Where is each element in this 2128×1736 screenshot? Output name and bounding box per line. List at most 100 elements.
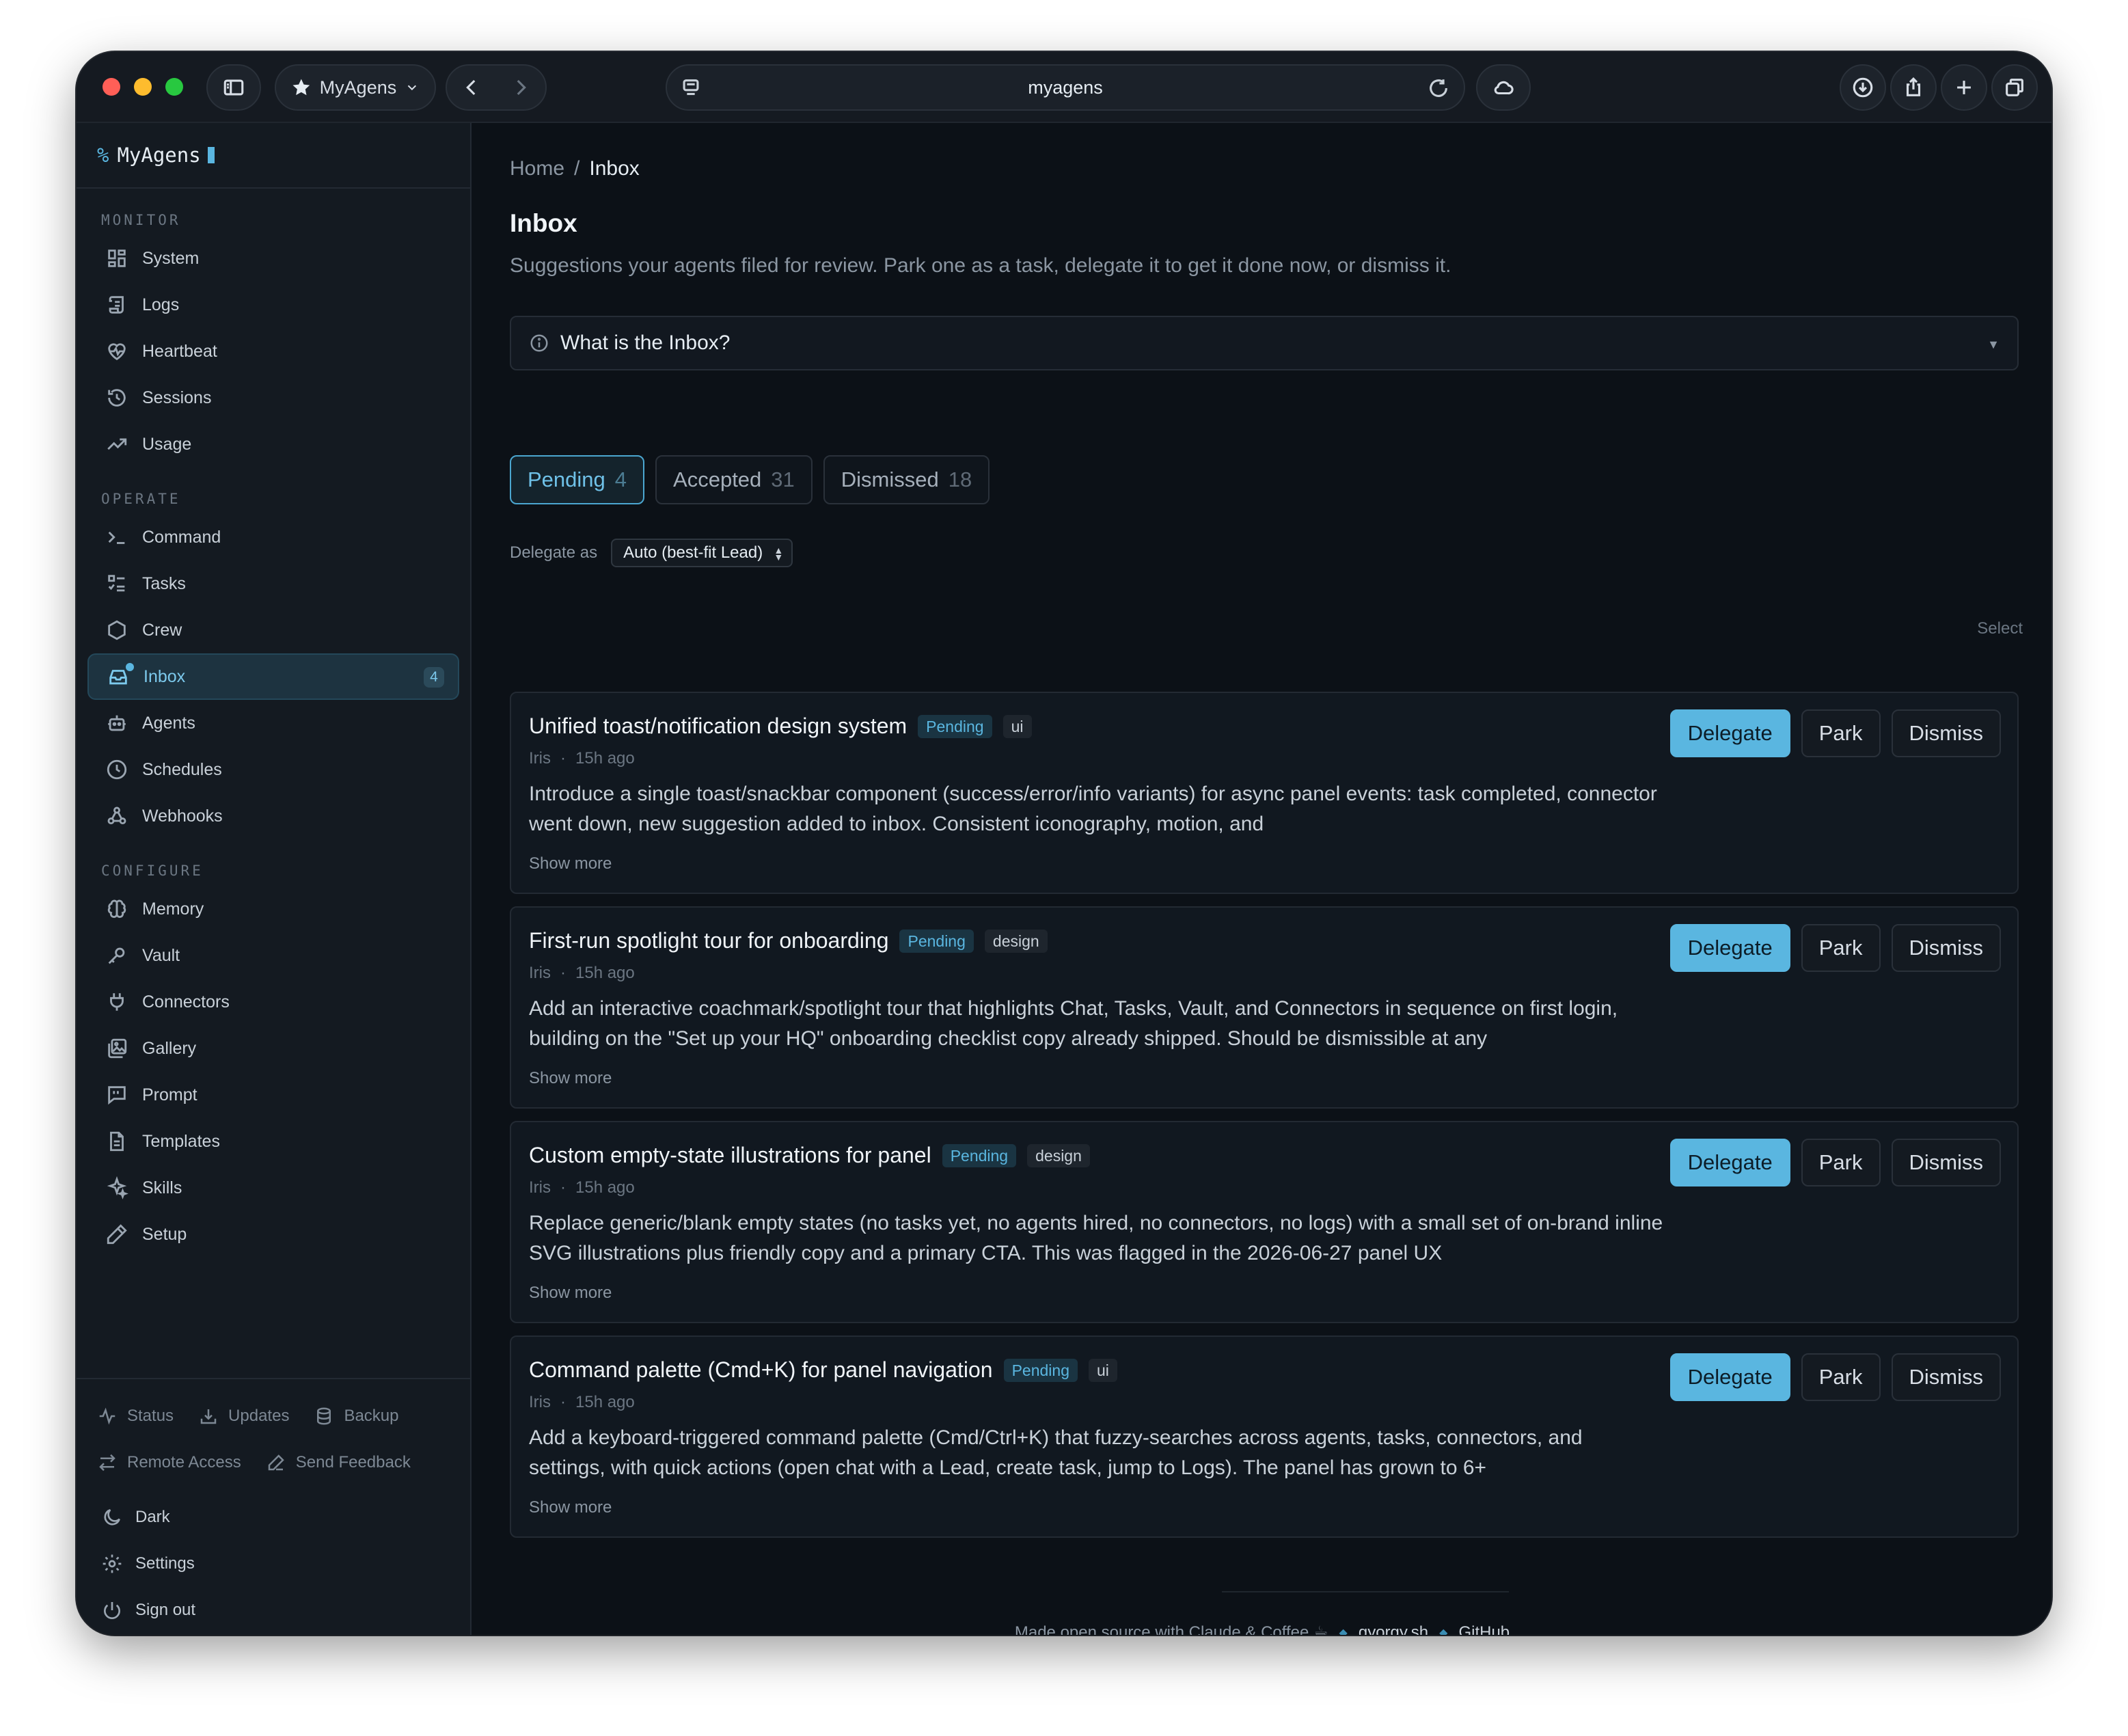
delegate-button[interactable]: Delegate	[1669, 1353, 1790, 1401]
sidebar-item-crew[interactable]: Crew	[87, 607, 459, 653]
sidebar-item-templates[interactable]: Templates	[87, 1118, 459, 1165]
dismiss-button[interactable]: Dismiss	[1891, 1139, 2001, 1186]
remote-access-link[interactable]: Remote Access	[97, 1452, 241, 1473]
backup-link[interactable]: Backup	[314, 1406, 399, 1426]
sidebar-item-command[interactable]: Command	[87, 514, 459, 560]
tag-badge: design	[1027, 1143, 1090, 1167]
sidebar-item-label: Heartbeat	[142, 341, 217, 361]
tab-dismissed[interactable]: Dismissed 18	[823, 455, 990, 504]
sidebar-item-skills[interactable]: Skills	[87, 1165, 459, 1211]
sidebar-item-label: Templates	[142, 1131, 220, 1151]
delegate-button[interactable]: Delegate	[1669, 709, 1790, 757]
close-window-button[interactable]	[103, 78, 120, 96]
downloads-button[interactable]	[1840, 64, 1886, 111]
status-tabs: Pending 4 Accepted 31 Dismissed 18	[510, 455, 990, 504]
address-bar[interactable]: myagens	[666, 64, 1465, 111]
forward-icon[interactable]	[509, 76, 532, 99]
sidebar-toggle-button[interactable]	[206, 64, 261, 111]
sidebar-item-connectors[interactable]: Connectors	[87, 979, 459, 1025]
diamond-icon: ◆	[1439, 1627, 1448, 1636]
show-more-link[interactable]: Show more	[529, 1284, 612, 1303]
sidebar-item-vault[interactable]: Vault	[87, 932, 459, 979]
profile-button[interactable]: MyAgens	[275, 64, 436, 111]
brain-icon	[107, 899, 126, 918]
plus-icon	[1957, 81, 1971, 94]
minimize-window-button[interactable]	[134, 78, 152, 96]
sidebar-footer: Status Updates Backup Remote Access Send…	[77, 1378, 470, 1635]
park-button[interactable]: Park	[1801, 1139, 1881, 1186]
sidebar-item-prompt[interactable]: Prompt	[87, 1072, 459, 1118]
show-more-link[interactable]: Show more	[529, 1069, 612, 1088]
sidebar-item-label: Skills	[142, 1178, 182, 1197]
delegate-as-select[interactable]: Auto (best-fit Lead) ▲ ▼	[611, 539, 793, 567]
hexagon-icon	[108, 620, 126, 640]
suggestion-card: Custom empty-state illustrations for pan…	[510, 1121, 2019, 1323]
delegate-button[interactable]: Delegate	[1669, 924, 1790, 972]
show-more-link[interactable]: Show more	[529, 1498, 612, 1517]
select-mode-button[interactable]: Select	[1977, 619, 2023, 638]
tab-overview-button[interactable]	[1991, 64, 2038, 111]
settings-link[interactable]: Settings	[77, 1541, 470, 1587]
file-text-icon	[110, 1131, 124, 1152]
back-icon[interactable]	[460, 76, 483, 99]
footer-link-github[interactable]: GitHub	[1458, 1623, 1510, 1636]
share-button[interactable]	[1890, 64, 1937, 111]
sidebar-item-webhooks[interactable]: Webhooks	[87, 793, 459, 839]
zoom-window-button[interactable]	[165, 78, 183, 96]
tab-accepted[interactable]: Accepted 31	[655, 455, 813, 504]
moon-icon	[104, 1509, 120, 1525]
page-settings-icon[interactable]	[679, 77, 702, 100]
park-button[interactable]: Park	[1801, 924, 1881, 972]
tab-pending[interactable]: Pending 4	[510, 455, 645, 504]
park-button[interactable]: Park	[1801, 1353, 1881, 1401]
reload-icon[interactable]	[1427, 77, 1450, 100]
card-meta: Iris · 15h ago	[529, 1178, 635, 1197]
sidebar-item-label: Schedules	[142, 759, 222, 779]
status-badge: Pending	[918, 714, 992, 738]
sidebar-item-setup[interactable]: Setup	[87, 1211, 459, 1258]
send-feedback-link[interactable]: Send Feedback	[266, 1452, 411, 1473]
brand-logo[interactable]: % MyAgens	[77, 123, 470, 189]
card-meta: Iris · 15h ago	[529, 1393, 635, 1411]
bot-icon	[108, 715, 126, 731]
inbox-info-disclosure[interactable]: What is the Inbox? ▼	[510, 316, 2019, 370]
sidebar-item-system[interactable]: System	[87, 235, 459, 282]
section-label-operate: OPERATE	[101, 491, 181, 507]
sidebar-item-logs[interactable]: Logs	[87, 282, 459, 328]
sparkles-icon	[107, 1176, 128, 1199]
sidebar-item-heartbeat[interactable]: Heartbeat	[87, 328, 459, 375]
card-time: 15h ago	[575, 1178, 635, 1197]
url-text: myagens	[1028, 77, 1103, 98]
park-button[interactable]: Park	[1801, 709, 1881, 757]
browser-tools	[1840, 64, 2038, 111]
sign-out-link[interactable]: Sign out	[77, 1587, 470, 1633]
webhook-icon	[107, 806, 126, 825]
card-author: Iris	[529, 1393, 551, 1411]
delegate-button[interactable]: Delegate	[1669, 1139, 1790, 1186]
sidebar-item-gallery[interactable]: Gallery	[87, 1025, 459, 1072]
updates-link[interactable]: Updates	[198, 1406, 289, 1426]
show-more-link[interactable]: Show more	[529, 854, 612, 873]
dismiss-button[interactable]: Dismiss	[1891, 709, 2001, 757]
sidebar-item-usage[interactable]: Usage	[87, 421, 459, 467]
sidebar-item-schedules[interactable]: Schedules	[87, 746, 459, 793]
arrows-exchange-icon	[99, 1454, 115, 1471]
cloud-button[interactable]	[1476, 64, 1531, 111]
tab-count: 31	[771, 467, 795, 491]
breadcrumb-home[interactable]: Home	[510, 157, 564, 180]
status-link[interactable]: Status	[97, 1406, 174, 1426]
brand-name: MyAgens	[117, 144, 201, 167]
card-author: Iris	[529, 749, 551, 768]
sidebar-item-sessions[interactable]: Sessions	[87, 375, 459, 421]
sidebar-item-tasks[interactable]: Tasks	[87, 560, 459, 607]
card-author: Iris	[529, 1178, 551, 1197]
new-tab-button[interactable]	[1941, 64, 1987, 111]
dismiss-button[interactable]: Dismiss	[1891, 924, 2001, 972]
theme-toggle[interactable]: Dark	[77, 1494, 470, 1541]
sidebar-item-memory[interactable]: Memory	[87, 886, 459, 932]
sidebar-item-agents[interactable]: Agents	[87, 700, 459, 746]
dismiss-button[interactable]: Dismiss	[1891, 1353, 2001, 1401]
sidebar-item-inbox[interactable]: Inbox 4	[87, 653, 459, 700]
sidebar-item-label: Memory	[142, 899, 204, 919]
footer-link-site[interactable]: gyorgy.sh	[1359, 1623, 1428, 1636]
